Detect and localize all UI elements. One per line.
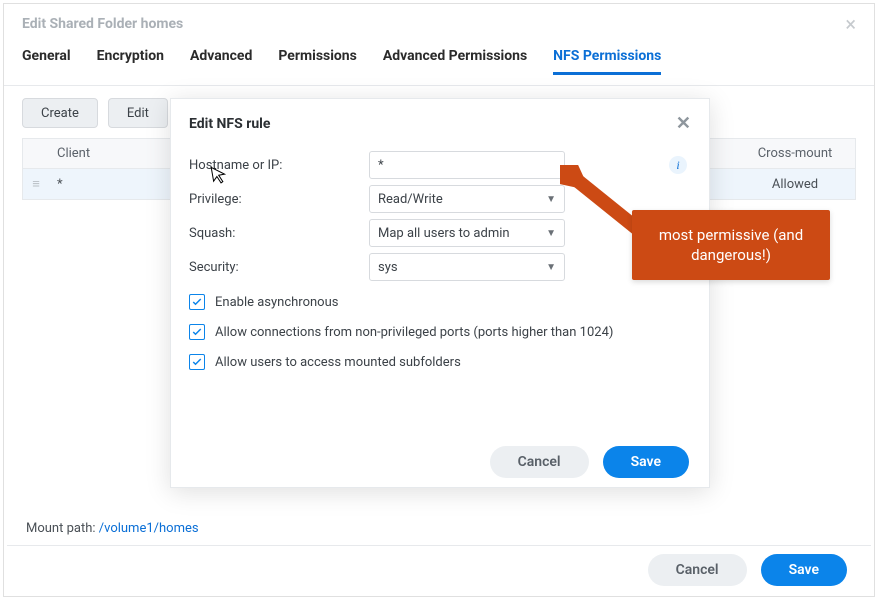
privilege-value: Read/Write (378, 192, 443, 207)
chevron-down-icon: ▼ (546, 194, 556, 205)
mount-path-value: /volume1/homes (99, 521, 199, 536)
dialog-footer: Cancel Save (7, 545, 871, 593)
squash-select[interactable]: Map all users to admin ▼ (369, 219, 565, 247)
info-icon[interactable]: i (669, 156, 687, 174)
mount-path-label: Mount path: (26, 521, 99, 536)
drag-handle-icon[interactable]: ≡ (23, 170, 49, 198)
security-value: sys (378, 260, 398, 275)
modal-save-button[interactable]: Save (603, 446, 689, 478)
edit-nfs-rule-modal: Edit NFS rule ✕ Hostname or IP: i Privil… (170, 98, 710, 488)
table-header-crossmount: Cross-mount (735, 140, 855, 167)
create-button[interactable]: Create (22, 98, 98, 128)
hostip-label: Hostname or IP: (189, 158, 369, 173)
form-row-hostip: Hostname or IP: i (189, 148, 691, 182)
privilege-label: Privilege: (189, 192, 369, 207)
modal-footer: Cancel Save (171, 437, 709, 487)
squash-value: Map all users to admin (378, 226, 510, 241)
tab-advanced[interactable]: Advanced (190, 44, 252, 75)
annotation-callout: most permissive (and dangerous!) (632, 210, 830, 280)
checkbox-label-async: Enable asynchronous (215, 295, 338, 310)
chevron-down-icon: ▼ (546, 228, 556, 239)
dialog-titlebar: Edit Shared Folder homes × (4, 4, 874, 44)
table-cell-crossmount: Allowed (735, 171, 855, 198)
annotation-text: most permissive (and dangerous!) (646, 225, 816, 266)
modal-titlebar: Edit NFS rule ✕ (171, 99, 709, 144)
modal-title: Edit NFS rule (189, 116, 270, 132)
modal-body: Hostname or IP: i Privilege: Read/Write … (171, 144, 709, 370)
modal-cancel-button[interactable]: Cancel (490, 446, 589, 478)
mount-path-line: Mount path: /volume1/homes (26, 521, 199, 536)
checkbox-label-subfolders: Allow users to access mounted subfolders (215, 355, 461, 370)
table-header-handle (23, 148, 49, 160)
checkbox-group: Enable asynchronous Allow connections fr… (189, 284, 691, 370)
chevron-down-icon: ▼ (546, 262, 556, 273)
tab-advanced-permissions[interactable]: Advanced Permissions (383, 44, 527, 75)
tab-permissions[interactable]: Permissions (278, 44, 356, 75)
security-label: Security: (189, 260, 369, 275)
security-select[interactable]: sys ▼ (369, 253, 565, 281)
tab-nfs-permissions[interactable]: NFS Permissions (553, 44, 661, 75)
cancel-button[interactable]: Cancel (648, 554, 747, 586)
checkbox-row-subfolders[interactable]: Allow users to access mounted subfolders (189, 354, 691, 370)
tab-general[interactable]: General (22, 44, 71, 75)
checkbox-checked-icon (189, 294, 205, 310)
save-button[interactable]: Save (761, 554, 847, 586)
checkbox-row-ports[interactable]: Allow connections from non-privileged po… (189, 324, 691, 340)
tab-encryption[interactable]: Encryption (97, 44, 164, 75)
hostip-input[interactable] (369, 151, 565, 179)
edit-button[interactable]: Edit (108, 98, 168, 128)
modal-close-icon[interactable]: ✕ (676, 113, 691, 134)
checkbox-checked-icon (189, 324, 205, 340)
tabs: General Encryption Advanced Permissions … (4, 44, 874, 86)
close-icon[interactable]: × (845, 14, 856, 34)
checkbox-row-async[interactable]: Enable asynchronous (189, 294, 691, 310)
checkbox-label-ports: Allow connections from non-privileged po… (215, 325, 613, 340)
form-row-security: Security: sys ▼ (189, 250, 691, 284)
form-row-squash: Squash: Map all users to admin ▼ (189, 216, 691, 250)
form-row-privilege: Privilege: Read/Write ▼ (189, 182, 691, 216)
dialog-title: Edit Shared Folder homes (22, 16, 183, 32)
privilege-select[interactable]: Read/Write ▼ (369, 185, 565, 213)
squash-label: Squash: (189, 226, 369, 241)
checkbox-checked-icon (189, 354, 205, 370)
